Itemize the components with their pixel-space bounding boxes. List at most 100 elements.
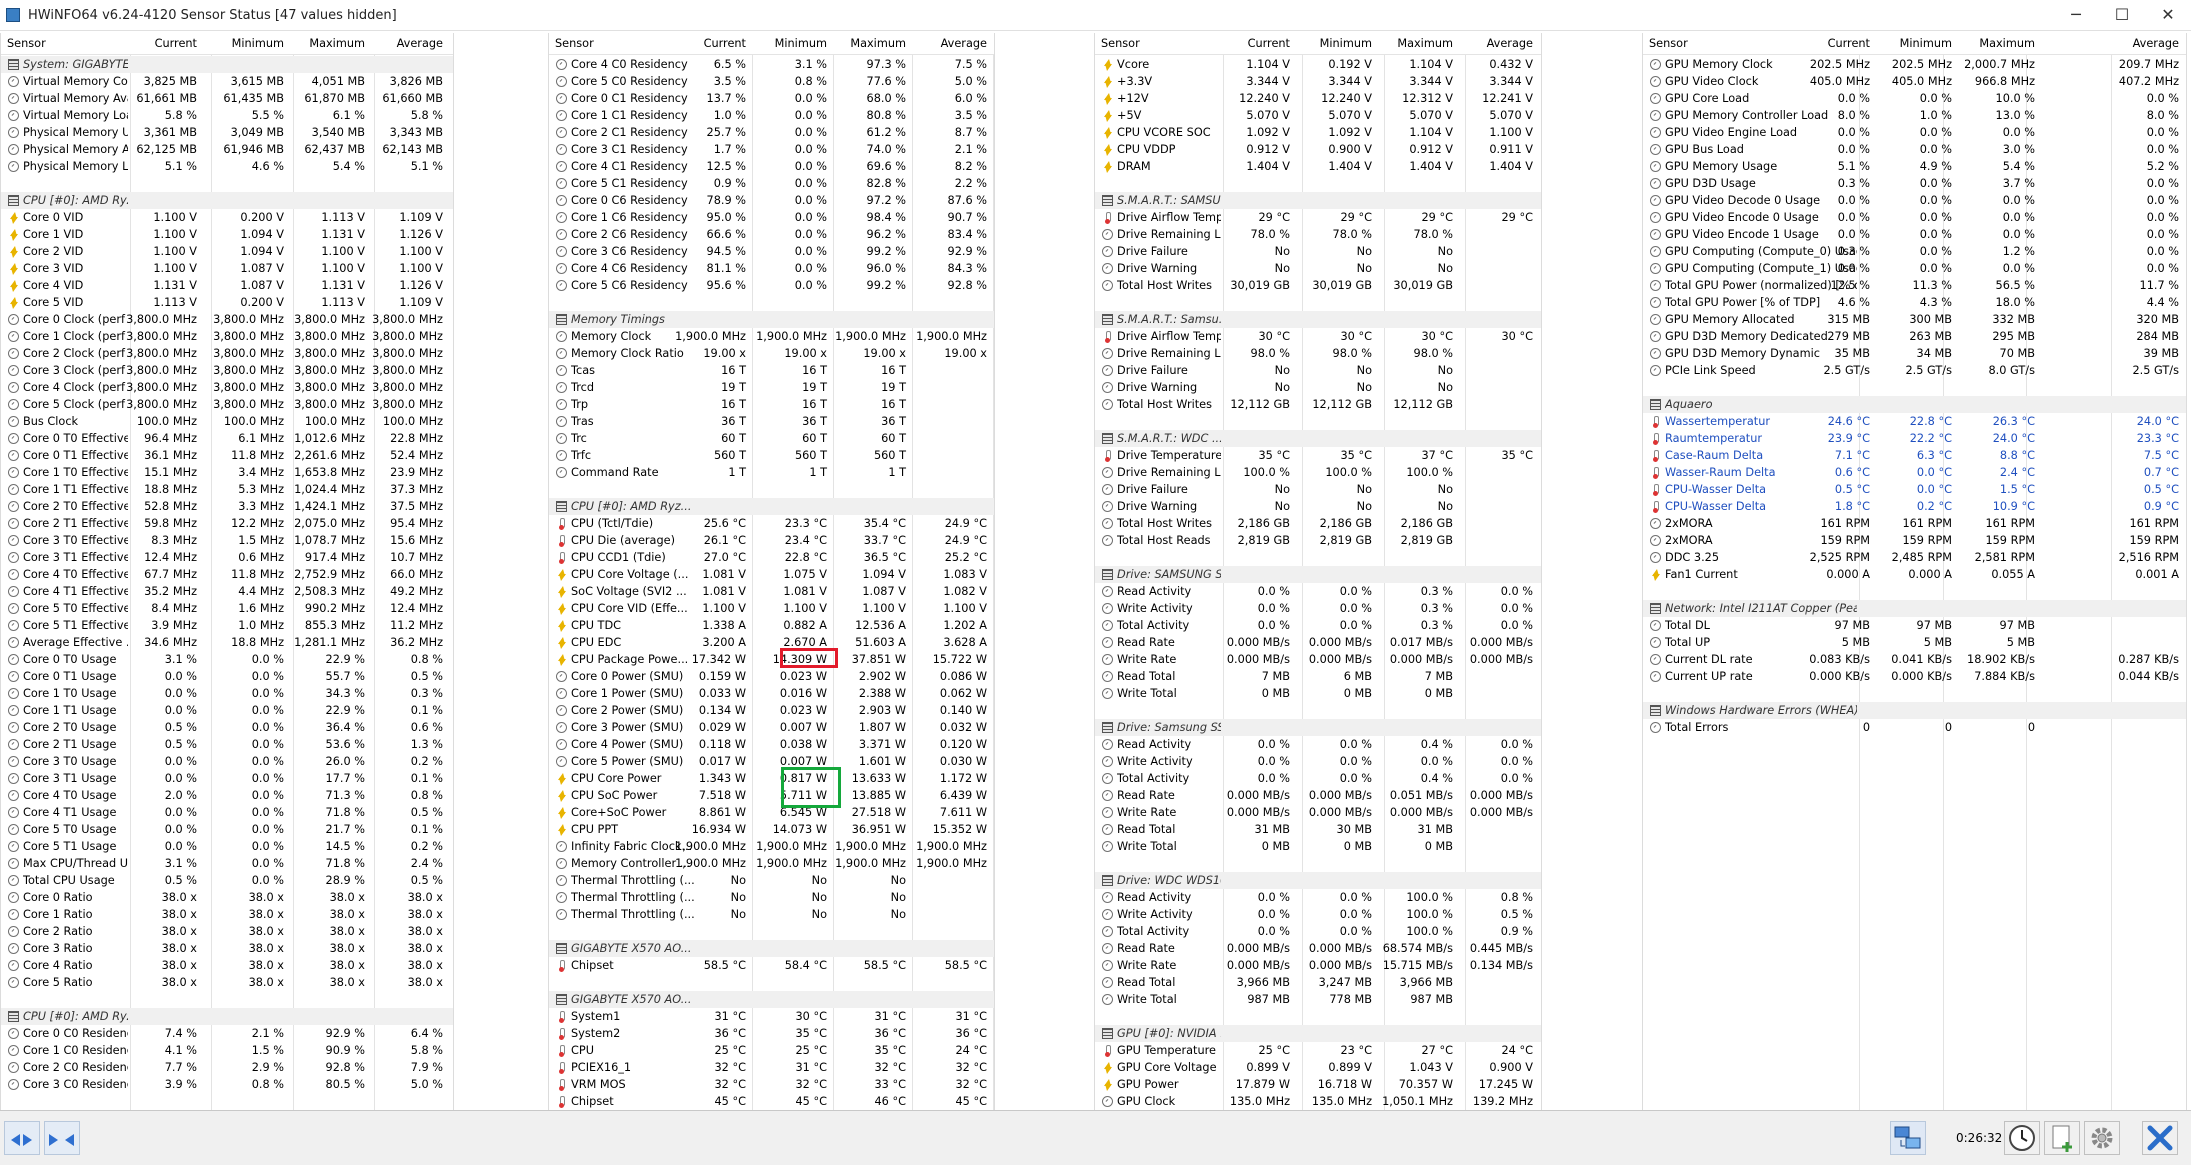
- column-header-average[interactable]: Average: [1487, 37, 1533, 50]
- sensor-group-header[interactable]: S.M.A.R.T.: Samsu...: [1095, 311, 1541, 328]
- sensor-row[interactable]: Total UP 5 MB 5 MB 5 MB: [1643, 634, 2186, 651]
- sensor-row[interactable]: Write Activity 0.0 % 0.0 % 0.0 % 0.0 %: [1095, 753, 1541, 770]
- sensor-group-header[interactable]: S.M.A.R.T.: WDC ...: [1095, 430, 1541, 447]
- sensor-row[interactable]: Core 3 Clock (perf ... 3,800.0 MHz 3,800.0…: [1, 362, 453, 379]
- sensor-row[interactable]: Core 4 VID 1.131 V 1.087 V 1.131 V 1.126 V: [1, 277, 453, 294]
- sensor-row[interactable]: GPU D3D Memory Dynamic 35 MB 34 MB 70 MB 39 …: [1643, 345, 2186, 362]
- close-sensors-button[interactable]: [2142, 1121, 2178, 1155]
- sensor-row[interactable]: Core+SoC Power 8.861 W 6.545 W 27.518 W 7.61…: [549, 804, 994, 821]
- sensor-row[interactable]: Virtual Memory Com... 3,825 MB 3,615 MB 4,0…: [1, 73, 453, 90]
- sensor-row[interactable]: Core 4 C1 Residency 12.5 % 0.0 % 69.6 % 8.2 …: [549, 158, 994, 175]
- sensor-group-header[interactable]: Memory Timings: [549, 311, 994, 328]
- sensor-row[interactable]: Core 1 T0 Usage 0.0 % 0.0 % 34.3 % 0.3 %: [1, 685, 453, 702]
- sensor-row[interactable]: Core 4 T1 Effective... 35.2 MHz 4.4 MHz 2,5…: [1, 583, 453, 600]
- sensor-row[interactable]: Fan1 Current 0.000 A 0.000 A 0.055 A 0.001 A: [1643, 566, 2186, 583]
- sensor-row[interactable]: Core 3 Ratio 38.0 x 38.0 x 38.0 x 38.0 x: [1, 940, 453, 957]
- sensor-row[interactable]: GPU Memory Clock 202.5 MHz 202.5 MHz 2,000.…: [1643, 56, 2186, 73]
- sensor-row[interactable]: CPU EDC 3.200 A 2.670 A 51.603 A 3.628 A: [549, 634, 994, 651]
- sensor-row[interactable]: Drive Warning No No No: [1095, 260, 1541, 277]
- sensor-row[interactable]: Trfc 560 T 560 T 560 T: [549, 447, 994, 464]
- sensor-row[interactable]: GPU Computing (Compute_0) Usage 0.3 % 0.0 …: [1643, 243, 2186, 260]
- sensor-row[interactable]: Core 5 T0 Effective... 8.4 MHz 1.6 MHz 990.…: [1, 600, 453, 617]
- sensor-group-header[interactable]: CPU [#0]: AMD Ryz...: [1, 192, 453, 209]
- sensor-row[interactable]: 2xMORA 159 RPM 159 RPM 159 RPM 159 RPM: [1643, 532, 2186, 549]
- sensor-row[interactable]: Core 4 T0 Usage 2.0 % 0.0 % 71.3 % 0.8 %: [1, 787, 453, 804]
- sensor-row[interactable]: GPU Temperature 25 °C 23 °C 27 °C 24 °C: [1095, 1042, 1541, 1059]
- column-header-sensor[interactable]: Sensor: [7, 37, 46, 50]
- sensor-row[interactable]: 2xMORA 161 RPM 161 RPM 161 RPM 161 RPM: [1643, 515, 2186, 532]
- sensor-row[interactable]: Core 1 Clock (perf ... 3,800.0 MHz 3,800.0…: [1, 328, 453, 345]
- sensor-row[interactable]: GPU Video Clock 405.0 MHz 405.0 MHz 966.8 M…: [1643, 73, 2186, 90]
- sensor-row[interactable]: Total GPU Power (normalized) [% of ...12…: [1643, 277, 2186, 294]
- sensor-group-header[interactable]: Windows Hardware Errors (WHEA): [1643, 702, 2186, 719]
- sensor-row[interactable]: Case-Raum Delta 7.1 °C 6.3 °C 8.8 °C 7.5 °C: [1643, 447, 2186, 464]
- sensor-row[interactable]: Read Rate 0.000 MB/s 0.000 MB/s 68.574 MB/s…: [1095, 940, 1541, 957]
- sensor-group-header[interactable]: GIGABYTE X570 AO...: [549, 940, 994, 957]
- sensor-row[interactable]: Core 5 Clock (perf ... 3,800.0 MHz 3,800.0…: [1, 396, 453, 413]
- sensor-row[interactable]: Trcd 19 T 19 T 19 T: [549, 379, 994, 396]
- sensor-row[interactable]: Memory Clock Ratio 19.00 x 19.00 x 19.00 x1…: [549, 345, 994, 362]
- sensor-group-header[interactable]: S.M.A.R.T.: SAMSU...: [1095, 192, 1541, 209]
- sensor-row[interactable]: Core 0 C6 Residency 78.9 % 0.0 % 97.2 % 87.6…: [549, 192, 994, 209]
- sensor-row[interactable]: Total Host Reads 2,819 GB 2,819 GB 2,819 GB: [1095, 532, 1541, 549]
- sensor-row[interactable]: Max CPU/Thread U... 3.1 % 0.0 % 71.8 % 2.4 %: [1, 855, 453, 872]
- sensor-row[interactable]: Core 3 C1 Residency 1.7 % 0.0 % 74.0 % 2.1 %: [549, 141, 994, 158]
- column-header-maximum[interactable]: Maximum: [309, 37, 365, 50]
- sensor-row[interactable]: Bus Clock 100.0 MHz 100.0 MHz 100.0 MHz 100.…: [1, 413, 453, 430]
- column-header-current[interactable]: Current: [704, 37, 746, 50]
- maximize-button[interactable]: ☐: [2099, 0, 2145, 31]
- sensor-row[interactable]: CPU TDC 1.338 A 0.882 A 12.536 A 1.202 A: [549, 617, 994, 634]
- sensor-row[interactable]: Drive Failure No No No: [1095, 362, 1541, 379]
- sensor-row[interactable]: Read Total 7 MB 6 MB 7 MB: [1095, 668, 1541, 685]
- sensor-row[interactable]: GPU Video Engine Load 0.0 % 0.0 % 0.0 % 0.0 …: [1643, 124, 2186, 141]
- sensor-row[interactable]: Core 2 VID 1.100 V 1.094 V 1.100 V 1.100 V: [1, 243, 453, 260]
- sensor-row[interactable]: Drive Warning No No No: [1095, 379, 1541, 396]
- sensor-row[interactable]: Core 5 C6 Residency 95.6 % 0.0 % 99.2 % 92.8…: [549, 277, 994, 294]
- sensor-group-header[interactable]: GIGABYTE X570 AO...: [549, 991, 994, 1008]
- sensor-row[interactable]: CPU VDDP 0.912 V 0.900 V 0.912 V 0.911 V: [1095, 141, 1541, 158]
- sensor-row[interactable]: Drive Failure No No No: [1095, 481, 1541, 498]
- sensor-row[interactable]: CPU Die (average) 26.1 °C 23.4 °C 33.7 °C 24…: [549, 532, 994, 549]
- sensor-row[interactable]: +3.3V 3.344 V 3.344 V 3.344 V 3.344 V: [1095, 73, 1541, 90]
- sensor-row[interactable]: Write Total 0 MB 0 MB 0 MB: [1095, 838, 1541, 855]
- sensor-row[interactable]: Write Total 0 MB 0 MB 0 MB: [1095, 685, 1541, 702]
- sensor-row[interactable]: Core 2 Clock (perf ... 3,800.0 MHz 3,800.0…: [1, 345, 453, 362]
- sensor-row[interactable]: Drive Failure No No No: [1095, 243, 1541, 260]
- column-header-maximum[interactable]: Maximum: [1397, 37, 1453, 50]
- sensor-row[interactable]: Read Activity 0.0 % 0.0 % 0.4 % 0.0 %: [1095, 736, 1541, 753]
- sensor-group-header[interactable]: Network: Intel I211AT Copper (Pears...: [1643, 600, 2186, 617]
- sensor-row[interactable]: DRAM 1.404 V 1.404 V 1.404 V 1.404 V: [1095, 158, 1541, 175]
- sensor-row[interactable]: Core 1 T0 Effective... 15.1 MHz 3.4 MHz 1,6…: [1, 464, 453, 481]
- sensor-row[interactable]: Core 4 Clock (perf ... 3,800.0 MHz 3,800.0…: [1, 379, 453, 396]
- sensor-row[interactable]: Drive Temperature 35 °C 35 °C 37 °C 35 °C: [1095, 447, 1541, 464]
- sensor-row[interactable]: Total Host Writes 2,186 GB 2,186 GB 2,186 G…: [1095, 515, 1541, 532]
- minimize-button[interactable]: ─: [2053, 0, 2099, 31]
- sensor-row[interactable]: GPU Clock 135.0 MHz 135.0 MHz 1,050.1 MHz 13…: [1095, 1093, 1541, 1110]
- sensor-row[interactable]: Drive Warning No No No: [1095, 498, 1541, 515]
- sensor-row[interactable]: Core 3 C0 Residency 3.9 % 0.8 % 80.5 % 5.0 %: [1, 1076, 453, 1093]
- sensor-row[interactable]: GPU Video Encode 1 Usage 0.0 % 0.0 % 0.0 % 0…: [1643, 226, 2186, 243]
- column-header-maximum[interactable]: Maximum: [1979, 37, 2035, 50]
- sensor-row[interactable]: Physical Memory Load 5.1 % 4.6 % 5.4 % 5.1 %: [1, 158, 453, 175]
- sensor-row[interactable]: Total GPU Power [% of TDP] 4.6 % 4.3 % 18.0…: [1643, 294, 2186, 311]
- sensor-row[interactable]: VRM MOS 32 °C 32 °C 33 °C 32 °C: [549, 1076, 994, 1093]
- sensor-row[interactable]: Core 0 VID 1.100 V 0.200 V 1.113 V 1.109 V: [1, 209, 453, 226]
- sensor-row[interactable]: Core 0 T1 Usage 0.0 % 0.0 % 55.7 % 0.5 %: [1, 668, 453, 685]
- sensor-row[interactable]: Physical Memory Av... 62,125 MB 61,946 MB 6…: [1, 141, 453, 158]
- sensor-row[interactable]: Chipset 58.5 °C 58.4 °C 58.5 °C 58.5 °C: [549, 957, 994, 974]
- sensor-row[interactable]: Core 4 C0 Residency 6.5 % 3.1 % 97.3 % 7.5 %: [549, 56, 994, 73]
- sensor-row[interactable]: Core 1 C6 Residency 95.0 % 0.0 % 98.4 % 90.7…: [549, 209, 994, 226]
- sensor-row[interactable]: Drive Airflow Temp... 30 °C 30 °C 30 °C 30 °…: [1095, 328, 1541, 345]
- sensor-row[interactable]: Core 4 T0 Effective... 67.7 MHz 11.8 MHz 2,…: [1, 566, 453, 583]
- settings-button[interactable]: [2084, 1121, 2120, 1155]
- sensor-row[interactable]: System1 31 °C 30 °C 31 °C 31 °C: [549, 1008, 994, 1025]
- sensor-row[interactable]: Core 4 C6 Residency 81.1 % 0.0 % 96.0 % 84.3…: [549, 260, 994, 277]
- sensor-group-header[interactable]: Drive: SAMSUNG SS...: [1095, 566, 1541, 583]
- column-header-current[interactable]: Current: [1828, 37, 1870, 50]
- sensor-row[interactable]: PCIe Link Speed 2.5 GT/s 2.5 GT/s 8.0 GT/s 2…: [1643, 362, 2186, 379]
- sensor-group-header[interactable]: CPU [#0]: AMD Ryz...: [549, 498, 994, 515]
- sensor-row[interactable]: +12V 12.240 V 12.240 V 12.312 V 12.241 V: [1095, 90, 1541, 107]
- clock-button[interactable]: [2004, 1121, 2040, 1155]
- sensor-row[interactable]: Core 4 T1 Usage 0.0 % 0.0 % 71.8 % 0.5 %: [1, 804, 453, 821]
- sensor-row[interactable]: Core 0 Clock (perf ... 3,800.0 MHz 3,800.0…: [1, 311, 453, 328]
